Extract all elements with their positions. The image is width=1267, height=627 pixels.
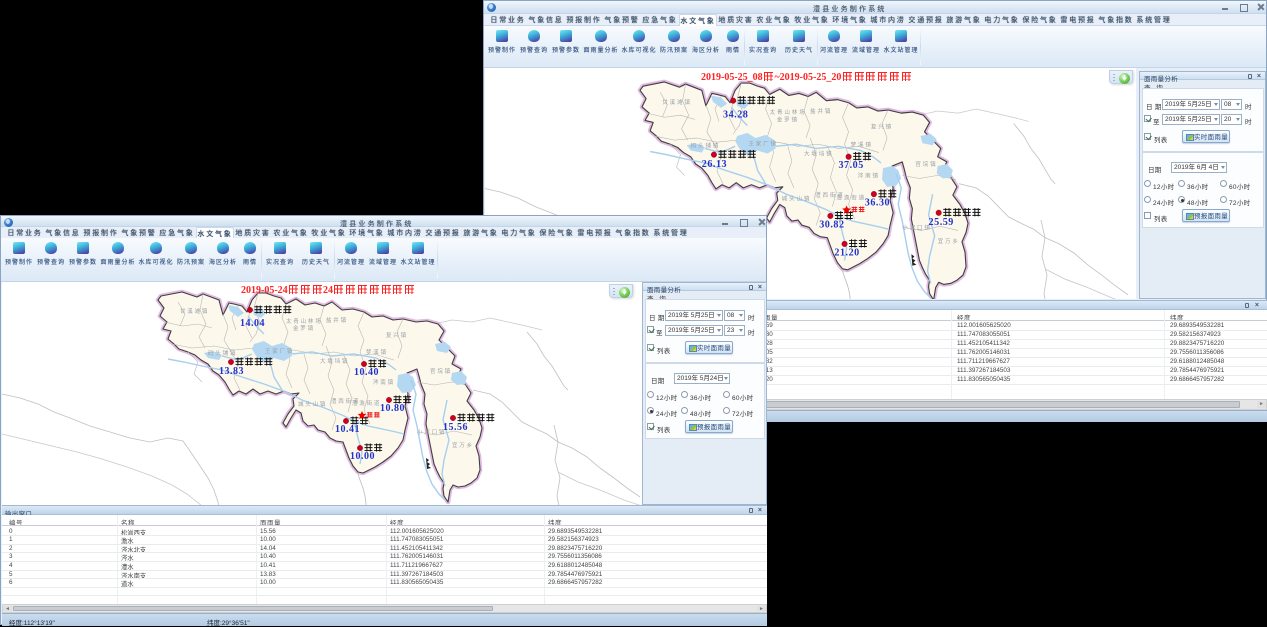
svg-text:26.13: 26.13 [702, 159, 727, 170]
svg-text:码头铺镇: 码头铺镇 [208, 349, 237, 357]
svg-text:官垸镇: 官垸镇 [915, 160, 937, 168]
svg-text:金罗镇: 金罗镇 [777, 115, 799, 123]
svg-text:甘溪滩镇: 甘溪滩镇 [180, 307, 209, 315]
svg-text:复兴镇: 复兴镇 [871, 123, 893, 131]
svg-text:王家厂镇: 王家厂镇 [265, 347, 294, 355]
svg-text:澧澹街道: 澧澹街道 [836, 193, 866, 201]
svg-text:梦溪镇: 梦溪镇 [851, 140, 873, 148]
svg-text:15.56: 15.56 [443, 422, 468, 433]
svg-text:复兴镇: 复兴镇 [386, 331, 408, 339]
svg-text:澧澹街道: 澧澹街道 [352, 399, 381, 407]
svg-text:涔南镇: 涔南镇 [858, 171, 880, 179]
svg-text:36.30: 36.30 [865, 197, 890, 208]
svg-text:城头山镇: 城头山镇 [298, 400, 327, 408]
svg-text:小渡口镇: 小渡口镇 [417, 428, 446, 436]
svg-text:10.41: 10.41 [335, 424, 360, 435]
svg-text:金罗镇: 金罗镇 [293, 324, 315, 332]
svg-text:城头山镇: 城头山镇 [782, 194, 812, 202]
svg-text:盐井镇: 盐井镇 [810, 107, 832, 115]
svg-text:码头铺镇: 码头铺镇 [691, 141, 721, 149]
svg-text:小渡口镇: 小渡口镇 [902, 223, 932, 231]
svg-text:37.05: 37.05 [838, 160, 863, 171]
svg-text:大堰垱镇: 大堰垱镇 [804, 150, 834, 158]
svg-text:14.04: 14.04 [240, 318, 265, 329]
svg-text:34.28: 34.28 [723, 109, 748, 120]
svg-text:梦溪镇: 梦溪镇 [366, 348, 388, 356]
svg-text:涔南镇: 涔南镇 [373, 378, 395, 386]
svg-text:10.00: 10.00 [350, 451, 375, 462]
svg-text:10.40: 10.40 [354, 367, 379, 378]
svg-text:太青山林场: 太青山林场 [286, 317, 323, 325]
svg-text:10.80: 10.80 [380, 403, 405, 414]
svg-text:25.59: 25.59 [929, 217, 954, 228]
svg-text:甘溪滩镇: 甘溪滩镇 [662, 98, 692, 106]
svg-text:盐井镇: 盐井镇 [326, 316, 348, 324]
svg-text:太青山林场: 太青山林场 [770, 108, 807, 116]
svg-text:大堰垱镇: 大堰垱镇 [320, 357, 349, 365]
svg-text:王家厂镇: 王家厂镇 [748, 139, 778, 147]
svg-text:宜万乡: 宜万乡 [452, 441, 474, 449]
svg-text:21.20: 21.20 [834, 247, 859, 258]
svg-text:30.82: 30.82 [819, 219, 844, 230]
svg-text:宜万乡: 宜万乡 [938, 237, 960, 245]
svg-text:13.83: 13.83 [219, 366, 244, 377]
svg-text:官垸镇: 官垸镇 [430, 367, 452, 375]
